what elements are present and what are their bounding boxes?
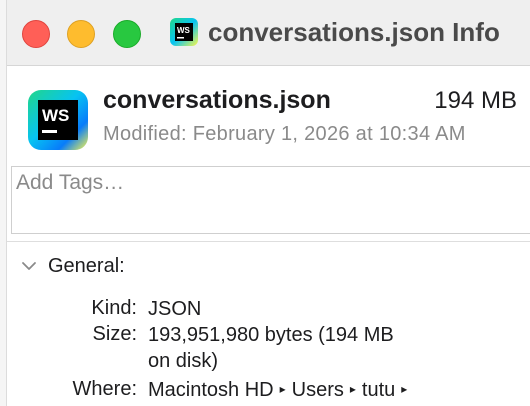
- kind-label: Kind:: [91, 297, 137, 319]
- path-separator-icon: ▸: [279, 381, 286, 396]
- zoom-button[interactable]: [113, 20, 141, 48]
- divider: [7, 241, 530, 242]
- tags-input[interactable]: [16, 171, 516, 195]
- chevron-down-icon[interactable]: [20, 257, 38, 275]
- path-separator-icon: ▸: [401, 381, 408, 396]
- webstorm-icon: WS: [170, 18, 198, 46]
- svg-text:WS: WS: [177, 26, 191, 35]
- path-segment-user[interactable]: tutu: [362, 379, 395, 401]
- where-path: Macintosh HD ▸ Users ▸ tutu ▸: [148, 375, 413, 406]
- size-value-line2: on disk): [148, 350, 219, 372]
- path-segment-volume[interactable]: Macintosh HD: [148, 379, 274, 401]
- window-title: conversations.json Info: [208, 17, 500, 47]
- close-button[interactable]: [22, 20, 50, 48]
- where-label: Where:: [72, 378, 137, 400]
- svg-text:WS: WS: [42, 106, 69, 125]
- tags-field[interactable]: [11, 166, 530, 234]
- webstorm-file-icon: WS: [28, 90, 88, 150]
- path-segment-users[interactable]: Users: [292, 379, 344, 401]
- modified-date: Modified: February 1, 2026 at 10:34 AM: [103, 123, 466, 145]
- file-name: conversations.json: [103, 86, 331, 114]
- general-section-toggle[interactable]: General:: [20, 253, 125, 279]
- file-size: 194 MB: [434, 87, 517, 114]
- title-bar: WS conversations.json Info: [0, 0, 530, 66]
- size-label: Size:: [92, 323, 137, 345]
- minimize-button[interactable]: [67, 20, 95, 48]
- window-left-edge: [0, 0, 7, 406]
- size-value: 193,951,980 bytes (194 MB on disk): [148, 320, 394, 376]
- path-separator-icon: ▸: [349, 381, 356, 396]
- general-section-title: General:: [48, 254, 125, 277]
